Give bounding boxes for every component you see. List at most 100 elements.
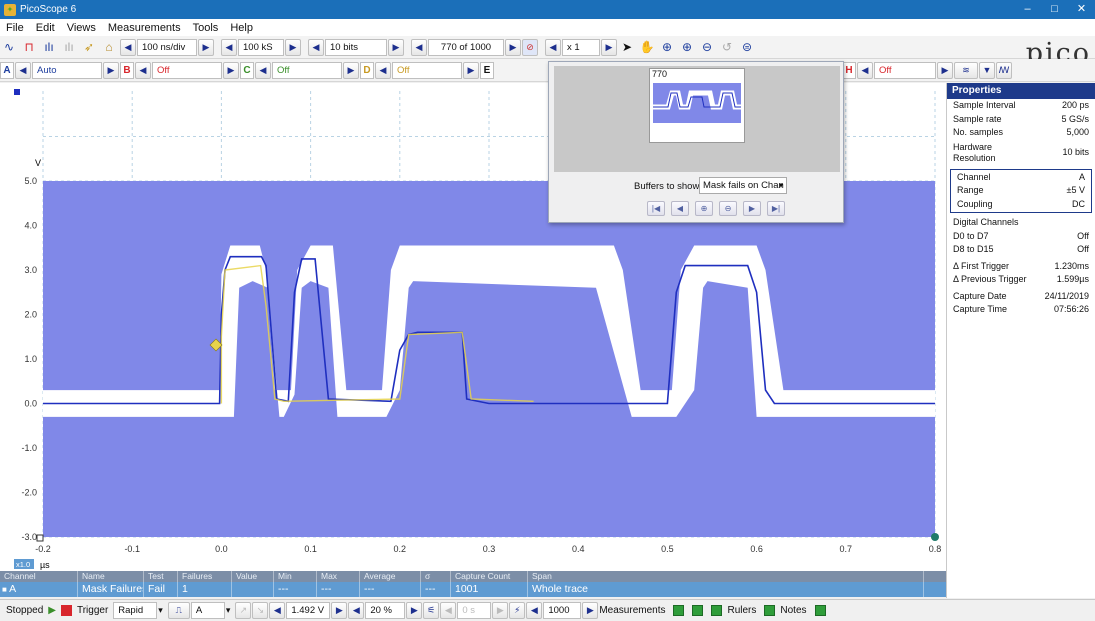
zoom-increase-button[interactable]: ▶ bbox=[601, 38, 617, 56]
channel-a-range-decrease[interactable]: ◀ bbox=[15, 61, 31, 79]
pretrigger-field[interactable]: 20 % bbox=[365, 602, 406, 619]
channel-h-range-increase[interactable]: ▶ bbox=[937, 61, 953, 79]
trigger-channel-select[interactable]: A bbox=[190, 602, 225, 619]
ruler-handle-left[interactable] bbox=[36, 534, 44, 542]
zoom-out-thumbnails-button[interactable]: ⊖ bbox=[719, 201, 737, 216]
hand-pan-icon[interactable]: ✋ bbox=[638, 38, 656, 56]
channel-d-range-decrease[interactable]: ◀ bbox=[375, 61, 391, 79]
buffer-next-button[interactable]: ▶ bbox=[505, 38, 521, 56]
reference-waveform-icon[interactable]: ꟿ bbox=[996, 61, 1012, 79]
measurement-column-header[interactable]: Max bbox=[317, 571, 360, 582]
channel-a-label[interactable]: A bbox=[0, 61, 14, 79]
chevron-down-icon[interactable]: ▾ bbox=[158, 605, 163, 616]
next-buffer-button[interactable]: ▶ bbox=[743, 201, 761, 216]
stop-button[interactable] bbox=[60, 605, 72, 616]
measurement-column-header[interactable]: Min bbox=[274, 571, 317, 582]
captures-decrease[interactable]: ◀ bbox=[526, 602, 543, 619]
samples-select[interactable]: 100 kS bbox=[238, 38, 284, 56]
pretrigger-decrease[interactable]: ◀ bbox=[348, 602, 365, 619]
rulers-button[interactable] bbox=[761, 605, 776, 616]
channel-b-range-decrease[interactable]: ◀ bbox=[135, 61, 151, 79]
zoom-to-fit-icon[interactable]: ⊜ bbox=[738, 38, 756, 56]
measurements-table[interactable]: Channel Name Test Failures Value Min Max Averag… bbox=[0, 571, 946, 599]
trigger-type-icon[interactable]: ⎍ bbox=[167, 602, 190, 619]
menu-views[interactable]: Views bbox=[67, 22, 96, 34]
channel-c-range-select[interactable]: Off bbox=[272, 61, 342, 79]
measurement-column-header[interactable]: Span bbox=[528, 571, 924, 582]
scope-mode-icon[interactable]: ∿ bbox=[0, 38, 18, 56]
measurement-column-header[interactable]: Average bbox=[360, 571, 421, 582]
zoom-decrease-button[interactable]: ◀ bbox=[545, 38, 561, 56]
channel-c-range-decrease[interactable]: ◀ bbox=[255, 61, 271, 79]
menu-measurements[interactable]: Measurements bbox=[108, 22, 181, 34]
persistence-mode-icon[interactable]: ⊓ bbox=[20, 38, 38, 56]
delete-measurement-button[interactable] bbox=[708, 605, 723, 616]
buffer-thumbnail[interactable]: 770 bbox=[649, 68, 745, 143]
maximize-button[interactable]: □ bbox=[1041, 0, 1068, 19]
minimize-button[interactable]: – bbox=[1014, 0, 1041, 19]
select-pointer-icon[interactable]: ➤ bbox=[618, 38, 636, 56]
measurement-column-header[interactable]: Test bbox=[144, 571, 178, 582]
measurement-column-header[interactable]: Value bbox=[232, 571, 274, 582]
channel-b-label[interactable]: B bbox=[120, 61, 134, 79]
measurement-column-header[interactable]: Failures bbox=[178, 571, 232, 582]
channel-b-range-increase[interactable]: ▶ bbox=[223, 61, 239, 79]
zoom-factor-field[interactable]: x 1 bbox=[562, 38, 600, 56]
start-button[interactable]: ▶ bbox=[48, 605, 56, 616]
ruler-handle-right[interactable] bbox=[931, 533, 939, 541]
zoom-out-icon[interactable]: ⊖ bbox=[698, 38, 716, 56]
chevron-down-icon[interactable]: ▾ bbox=[226, 605, 231, 616]
channel-b-range-select[interactable]: Off bbox=[152, 61, 222, 79]
channel-a-range-select[interactable]: Auto bbox=[32, 61, 102, 79]
channel-c-label[interactable]: C bbox=[240, 61, 254, 79]
pretrigger-increase[interactable]: ▶ bbox=[406, 602, 423, 619]
channel-h-range-decrease[interactable]: ◀ bbox=[857, 61, 873, 79]
zoom-in-icon[interactable]: ⊕ bbox=[678, 38, 696, 56]
measurement-column-header[interactable]: Channel bbox=[0, 571, 78, 582]
resolution-increase-button[interactable]: ▶ bbox=[388, 38, 404, 56]
edit-measurement-button[interactable] bbox=[689, 605, 704, 616]
trigger-level-increase[interactable]: ▶ bbox=[331, 602, 348, 619]
buffer-prev-button[interactable]: ◀ bbox=[411, 38, 427, 56]
channel-h-range-select[interactable]: Off bbox=[874, 61, 936, 79]
channel-c-range-increase[interactable]: ▶ bbox=[343, 61, 359, 79]
close-button[interactable]: ✕ bbox=[1068, 0, 1095, 19]
trigger-level-field[interactable]: 1.492 V bbox=[286, 602, 331, 619]
measurement-column-header[interactable]: σ bbox=[421, 571, 451, 582]
probe-icon[interactable]: ➶ bbox=[80, 38, 98, 56]
zoom-area-icon[interactable]: ⊕ bbox=[658, 38, 676, 56]
rapid-captures-icon[interactable]: ⚡ bbox=[509, 602, 526, 619]
samples-decrease-button[interactable]: ◀ bbox=[221, 38, 237, 56]
measurement-column-header[interactable]: Name bbox=[78, 571, 144, 582]
captures-increase[interactable]: ▶ bbox=[582, 602, 599, 619]
resolution-decrease-button[interactable]: ◀ bbox=[308, 38, 324, 56]
captures-field[interactable]: 1000 bbox=[543, 602, 582, 619]
timebase-select[interactable]: 100 ns/div bbox=[137, 38, 197, 56]
spectrum-mode-icon[interactable]: ılı bbox=[40, 38, 58, 56]
add-measurement-button[interactable] bbox=[670, 605, 685, 616]
home-icon[interactable]: ⌂ bbox=[100, 38, 118, 56]
channel-d-label[interactable]: D bbox=[360, 61, 374, 79]
math-channel-icon[interactable]: ≋ bbox=[954, 61, 978, 79]
math-channel-dropdown[interactable]: ▼ bbox=[979, 61, 995, 79]
first-buffer-button[interactable]: |◀ bbox=[647, 201, 665, 216]
channel-d-range-select[interactable]: Off bbox=[392, 61, 462, 79]
menu-help[interactable]: Help bbox=[230, 22, 253, 34]
buffers-to-show-select[interactable]: Mask fails on Chan ▾ bbox=[699, 177, 787, 194]
measurement-column-header[interactable]: Capture Count bbox=[451, 571, 528, 582]
channel-a-range-increase[interactable]: ▶ bbox=[103, 61, 119, 79]
menu-file[interactable]: File bbox=[6, 22, 24, 34]
timebase-increase-button[interactable]: ▶ bbox=[198, 38, 214, 56]
buffer-navigator-button[interactable]: ⊘ bbox=[522, 38, 538, 56]
previous-buffer-button[interactable]: ◀ bbox=[671, 201, 689, 216]
buffer-position-field[interactable]: 770 of 1000 bbox=[428, 38, 504, 56]
trigger-level-decrease[interactable]: ◀ bbox=[269, 602, 286, 619]
resolution-select[interactable]: 10 bits bbox=[325, 38, 387, 56]
timebase-decrease-button[interactable]: ◀ bbox=[120, 38, 136, 56]
notes-button[interactable] bbox=[812, 605, 826, 616]
last-buffer-button[interactable]: ▶| bbox=[767, 201, 785, 216]
channel-e-label[interactable]: E bbox=[480, 61, 494, 79]
menu-edit[interactable]: Edit bbox=[36, 22, 55, 34]
channel-a-offset-marker[interactable] bbox=[14, 89, 20, 95]
samples-increase-button[interactable]: ▶ bbox=[285, 38, 301, 56]
